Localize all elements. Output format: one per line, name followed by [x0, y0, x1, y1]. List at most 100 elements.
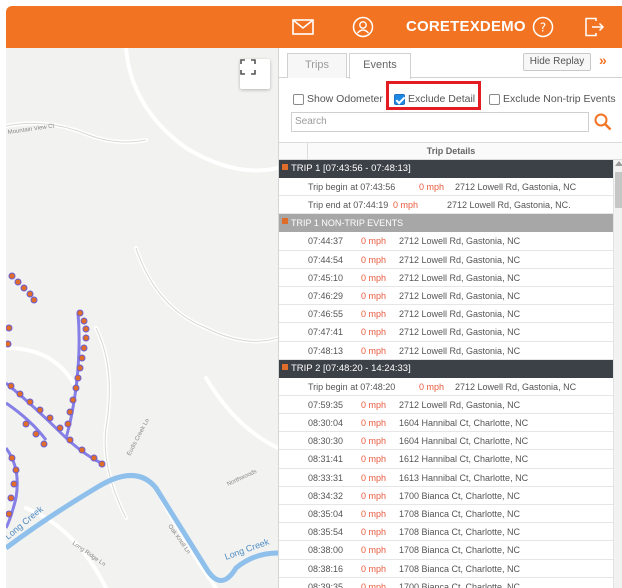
exclude-nontrip-checkbox[interactable] — [489, 93, 500, 105]
row-address: 2712 Lowell Rd, Gastonia, NC — [399, 254, 521, 265]
table-row[interactable]: 08:38:00 0 mph 1708 Bianca Ct, Charlotte, … — [279, 541, 613, 560]
table-row[interactable]: 08:30:30 0 mph 1604 Hannibal Ct, Charlotte… — [279, 432, 613, 451]
row-time: 08:39:35 — [308, 581, 344, 588]
trip-header[interactable]: TRIP 2 [07:48:20 - 14:24:33] — [279, 359, 613, 378]
table-row[interactable]: 08:38:16 0 mph 1708 Bianca Ct, Charlotte, … — [279, 560, 613, 578]
table-row[interactable]: 07:47:41 0 mph 2712 Lowell Rd, Gastonia, N… — [279, 323, 613, 342]
table-row[interactable]: Trip end at 07:44:19 0 mph 2712 Lowell Rd,… — [279, 196, 613, 215]
scroll-up-arrow-icon[interactable] — [615, 161, 622, 166]
row-address: 1708 Bianca Ct, Charlotte, NC — [399, 527, 521, 538]
row-speed: 0 mph — [361, 527, 387, 538]
replay-panel: Trips Events Hide Replay » Show Odometer… — [278, 48, 622, 588]
row-speed: 0 mph — [361, 345, 387, 356]
help-icon[interactable]: ? — [528, 6, 558, 48]
user-circle-icon[interactable] — [348, 6, 378, 48]
fullscreen-button[interactable] — [240, 59, 270, 89]
search-input[interactable]: Search — [291, 112, 589, 132]
row-time: 07:47:41 — [308, 327, 344, 338]
scroll-thumb[interactable] — [615, 172, 622, 208]
row-speed: 0 mph — [361, 254, 387, 265]
row-time: 08:35:54 — [308, 527, 344, 538]
show-odometer-option[interactable]: Show Odometer — [293, 90, 383, 108]
row-speed: 0 mph — [393, 200, 419, 211]
account-name[interactable]: CORETEXDEMO — [406, 6, 526, 48]
map-label-northwoods: Northwoods — [226, 469, 258, 488]
row-address: 1700 Bianca Ct, Charlotte, NC — [399, 581, 521, 588]
row-time: 07:48:13 — [308, 345, 344, 356]
collapse-chevron-icon[interactable]: » — [599, 52, 607, 68]
row-address: 2712 Lowell Rd, Gastonia, NC — [399, 399, 521, 410]
search-button[interactable] — [591, 110, 615, 134]
table-row[interactable]: 08:35:04 0 mph 1708 Bianca Ct, Charlotte, … — [279, 505, 613, 524]
table-row[interactable]: 07:44:54 0 mph 2712 Lowell Rd, Gastonia, N… — [279, 251, 613, 269]
table-row[interactable]: Trip begin at 07:43:56 0 mph 2712 Lowell R… — [279, 178, 613, 197]
collapse-square-icon[interactable] — [282, 218, 288, 225]
table-row[interactable]: 08:39:35 0 mph 1700 Bianca Ct, Charlotte, … — [279, 578, 613, 588]
row-address: 1708 Bianca Ct, Charlotte, NC — [399, 545, 521, 556]
row-time: 07:44:54 — [308, 254, 344, 265]
column-header-trip-details: Trip Details — [426, 146, 476, 156]
row-speed: 0 mph — [361, 236, 387, 247]
row-time: 07:59:35 — [308, 399, 344, 410]
table-row[interactable]: Trip begin at 07:48:20 0 mph 2712 Lowell R… — [279, 378, 613, 396]
show-odometer-checkbox[interactable] — [293, 93, 304, 105]
highlight-box — [386, 81, 481, 110]
row-address: 2712 Lowell Rd, Gastonia, NC — [399, 236, 521, 247]
row-address: 2712 Lowell Rd, Gastonia, NC — [399, 309, 521, 320]
row-address: 1708 Bianca Ct, Charlotte, NC — [399, 509, 521, 519]
table-row[interactable]: 07:46:29 0 mph 2712 Lowell Rd, Gastonia, N… — [279, 287, 613, 306]
search-icon — [594, 113, 612, 131]
mail-icon[interactable] — [288, 6, 318, 48]
row-address: 2712 Lowell Rd, Gastonia, NC — [455, 381, 577, 392]
collapse-square-icon[interactable] — [282, 363, 288, 370]
row-address: 1612 Hannibal Ct, Charlotte, NC — [399, 454, 529, 465]
row-time: 08:38:00 — [308, 545, 344, 556]
exclude-nontrip-option[interactable]: Exclude Non-trip Events — [489, 90, 616, 108]
table-row[interactable]: 07:59:35 0 mph 2712 Lowell Rd, Gastonia, N… — [279, 396, 613, 415]
collapse-square-icon[interactable] — [282, 164, 288, 170]
table-row[interactable]: 08:34:32 0 mph 1700 Bianca Ct, Charlotte, … — [279, 487, 613, 505]
table-row[interactable]: 08:31:41 0 mph 1612 Hannibal Ct, Charlotte… — [279, 450, 613, 469]
tab-trips[interactable]: Trips — [287, 53, 347, 78]
row-address: 1604 Hannibal Ct, Charlotte, NC — [399, 418, 529, 429]
show-odometer-label: Show Odometer — [307, 93, 383, 105]
row-time: 07:46:55 — [308, 309, 344, 320]
row-time: 08:31:41 — [308, 454, 344, 465]
row-speed: 0 mph — [361, 290, 387, 301]
trip-header-label: TRIP 1 [07:43:56 - 07:48:13] — [291, 163, 411, 174]
table-row[interactable]: 07:45:10 0 mph 2712 Lowell Rd, Gastonia, N… — [279, 269, 613, 287]
row-speed: 0 mph — [361, 436, 387, 447]
row-speed: 0 mph — [361, 418, 387, 429]
map-label-eudis-creek: Eudis Creek Ln — [126, 418, 151, 457]
table-row[interactable]: 07:44:37 0 mph 2712 Lowell Rd, Gastonia, N… — [279, 232, 613, 251]
row-speed: 0 mph — [361, 563, 387, 574]
row-time: Trip begin at 07:43:56 — [308, 182, 396, 192]
row-speed: 0 mph — [361, 327, 387, 338]
map-view[interactable]: Mountain View Ct Eudis Creek Ln Northwoo… — [6, 48, 278, 588]
table-row[interactable]: 08:35:54 0 mph 1708 Bianca Ct, Charlotte, … — [279, 523, 613, 542]
table-row[interactable]: 08:30:04 0 mph 1604 Hannibal Ct, Charlotte… — [279, 414, 613, 433]
table-row[interactable]: 08:33:31 0 mph 1613 Hannibal Ct, Charlotte… — [279, 469, 613, 487]
row-speed: 0 mph — [361, 399, 387, 410]
exclude-nontrip-label: Exclude Non-trip Events — [503, 93, 616, 105]
row-time: 08:34:32 — [308, 490, 344, 501]
row-address: 1708 Bianca Ct, Charlotte, NC — [399, 563, 521, 574]
table-row[interactable]: 07:48:13 0 mph 2712 Lowell Rd, Gastonia, N… — [279, 342, 613, 360]
trip-header[interactable]: TRIP 1 [07:43:56 - 07:48:13] — [279, 160, 613, 178]
non-trip-events-header[interactable]: TRIP 1 NON-TRIP EVENTS — [279, 214, 613, 233]
row-address: 2712 Lowell Rd, Gastonia, NC — [399, 327, 521, 338]
row-speed: 0 mph — [419, 381, 445, 392]
scrollbar[interactable] — [613, 160, 622, 588]
logout-icon[interactable] — [580, 6, 610, 48]
row-address: 1700 Bianca Ct, Charlotte, NC — [399, 490, 521, 501]
trip-header-label: TRIP 2 [07:48:20 - 14:24:33] — [291, 362, 411, 374]
row-time: 08:30:04 — [308, 418, 344, 429]
table-row[interactable]: 07:46:55 0 mph 2712 Lowell Rd, Gastonia, N… — [279, 305, 613, 324]
row-time: 08:33:31 — [308, 472, 344, 483]
table-header: Trip Details — [279, 142, 622, 160]
row-speed: 0 mph — [361, 454, 387, 465]
hide-replay-button[interactable]: Hide Replay — [523, 53, 591, 71]
row-address: 2712 Lowell Rd, Gastonia, NC — [455, 182, 577, 192]
tab-events[interactable]: Events — [349, 53, 411, 79]
row-time: 07:46:29 — [308, 290, 344, 301]
